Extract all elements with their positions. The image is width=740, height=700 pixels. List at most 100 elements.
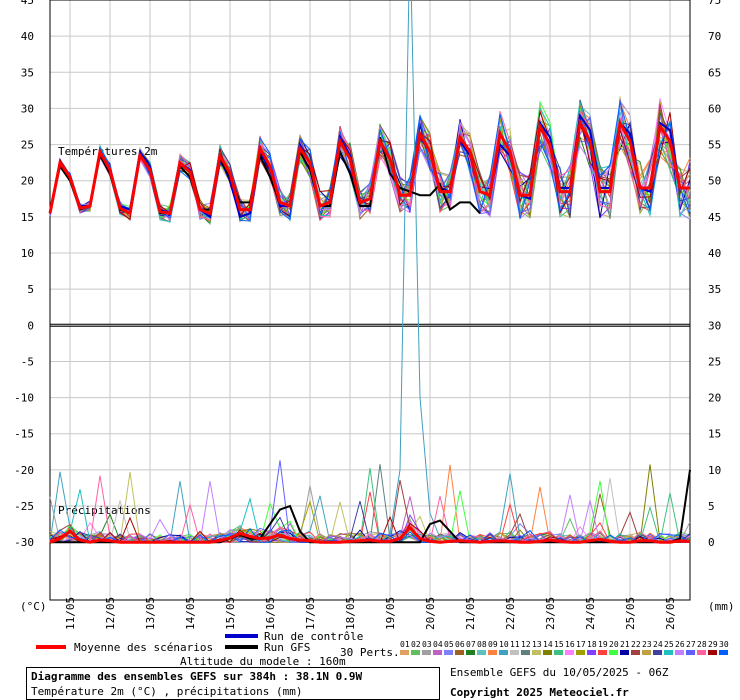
perturbation-swatch bbox=[444, 650, 453, 655]
perturbation-swatch bbox=[587, 650, 596, 655]
perturbation-code: 20 bbox=[609, 640, 619, 649]
chart-title: Diagramme des ensembles GEFS sur 384h : … bbox=[31, 670, 363, 683]
perturbation-code: 09 bbox=[488, 640, 498, 649]
right-tick-label: 50 bbox=[708, 175, 721, 188]
perturbation-swatch bbox=[653, 650, 662, 655]
left-tick-label: 10 bbox=[21, 247, 34, 260]
perturbation-swatch bbox=[565, 650, 574, 655]
left-tick-label: 45 bbox=[21, 0, 34, 7]
perturbation-code: 18 bbox=[587, 640, 597, 649]
perturbation-swatch bbox=[466, 650, 475, 655]
perturbation-code: 13 bbox=[532, 640, 542, 649]
right-unit-label: (mm) bbox=[708, 600, 735, 613]
date-tick-label: 11/05 bbox=[64, 597, 77, 630]
perturbation-code: 06 bbox=[455, 640, 465, 649]
perturbation-swatch bbox=[609, 650, 618, 655]
perturbation-swatch bbox=[620, 650, 629, 655]
date-tick-label: 13/05 bbox=[144, 597, 157, 630]
perturbation-swatch bbox=[697, 650, 706, 655]
perturbation-code: 01 bbox=[400, 640, 410, 649]
perturbation-code: 02 bbox=[411, 640, 421, 649]
perturbation-code: 26 bbox=[675, 640, 685, 649]
perturbation-code: 28 bbox=[697, 640, 707, 649]
perturbation-code: 11 bbox=[510, 640, 520, 649]
perturbation-swatch bbox=[554, 650, 563, 655]
date-tick-label: 16/05 bbox=[264, 597, 277, 630]
date-tick-label: 24/05 bbox=[584, 597, 597, 630]
right-tick-label: 10 bbox=[708, 464, 721, 477]
date-tick-label: 19/05 bbox=[384, 597, 397, 630]
perturbation-code: 22 bbox=[631, 640, 641, 649]
left-tick-label: 0 bbox=[27, 319, 34, 332]
date-tick-label: 12/05 bbox=[104, 597, 117, 630]
perturbation-code: 07 bbox=[466, 640, 476, 649]
left-tick-label: 35 bbox=[21, 66, 34, 79]
perturbation-code: 23 bbox=[642, 640, 652, 649]
right-tick-label: 30 bbox=[708, 319, 721, 332]
date-tick-label: 22/05 bbox=[504, 597, 517, 630]
perturbation-code: 24 bbox=[653, 640, 663, 649]
left-tick-label: 30 bbox=[21, 102, 34, 115]
right-tick-label: 45 bbox=[708, 211, 721, 224]
perturbation-code: 03 bbox=[422, 640, 432, 649]
left-tick-label: -15 bbox=[14, 428, 34, 441]
perturbation-swatch bbox=[642, 650, 651, 655]
date-tick-label: 26/05 bbox=[664, 597, 677, 630]
left-unit-label: (°C) bbox=[20, 600, 47, 613]
perturbation-swatch bbox=[664, 650, 673, 655]
precip-member-line bbox=[49, 0, 691, 543]
precip-panel-label: Précipitations bbox=[58, 504, 151, 517]
perturbation-code: 30 bbox=[719, 640, 729, 649]
right-tick-label: 40 bbox=[708, 247, 721, 260]
right-tick-label: 20 bbox=[708, 392, 721, 405]
left-tick-label: 5 bbox=[27, 283, 34, 296]
left-tick-label: -25 bbox=[14, 500, 34, 513]
legend-label: Moyenne des scénarios bbox=[74, 641, 213, 654]
date-tick-label: 18/05 bbox=[344, 597, 357, 630]
left-tick-label: 20 bbox=[21, 175, 34, 188]
chart-subtitle: Température 2m (°C) , précipitations (mm… bbox=[31, 685, 303, 698]
date-tick-label: 25/05 bbox=[624, 597, 637, 630]
left-tick-label: 40 bbox=[21, 30, 34, 43]
perturbation-code: 05 bbox=[444, 640, 454, 649]
perturbation-code: 15 bbox=[554, 640, 564, 649]
perturbation-swatch bbox=[543, 650, 552, 655]
right-tick-label: 15 bbox=[708, 428, 721, 441]
right-tick-label: 0 bbox=[708, 536, 715, 549]
perturbation-swatch bbox=[719, 650, 728, 655]
date-tick-label: 17/05 bbox=[304, 597, 317, 630]
perturbation-code: 21 bbox=[620, 640, 630, 649]
perturbation-swatch bbox=[675, 650, 684, 655]
left-tick-label: 15 bbox=[21, 211, 34, 224]
ensemble-info: Ensemble GEFS du 10/05/2025 - 06Z bbox=[450, 666, 669, 679]
legend-label: Run GFS bbox=[264, 641, 310, 654]
perturbation-code: 14 bbox=[543, 640, 553, 649]
left-tick-label: 25 bbox=[21, 139, 34, 152]
date-tick-label: 21/05 bbox=[464, 597, 477, 630]
perturbation-swatch bbox=[433, 650, 442, 655]
left-tick-label: -5 bbox=[21, 355, 34, 368]
left-tick-label: -30 bbox=[14, 536, 34, 549]
perturbation-code: 04 bbox=[433, 640, 443, 649]
perturbation-swatch bbox=[532, 650, 541, 655]
right-tick-label: 35 bbox=[708, 283, 721, 296]
perturbation-code: 25 bbox=[664, 640, 674, 649]
perturbation-code: 12 bbox=[521, 640, 531, 649]
perturbation-swatch bbox=[686, 650, 695, 655]
perturbation-swatch bbox=[708, 650, 717, 655]
perturbation-swatch bbox=[499, 650, 508, 655]
perturbation-code: 19 bbox=[598, 640, 608, 649]
date-tick-label: 23/05 bbox=[544, 597, 557, 630]
perturbation-swatch bbox=[422, 650, 431, 655]
left-tick-label: -20 bbox=[14, 464, 34, 477]
perturbation-swatch bbox=[411, 650, 420, 655]
date-tick-label: 15/05 bbox=[224, 597, 237, 630]
perturbation-swatch bbox=[400, 650, 409, 655]
perturbation-code: 16 bbox=[565, 640, 575, 649]
perturbation-swatch bbox=[488, 650, 497, 655]
perturbation-swatch bbox=[455, 650, 464, 655]
perturbation-code: 10 bbox=[499, 640, 509, 649]
perturbation-swatch bbox=[576, 650, 585, 655]
right-tick-label: 55 bbox=[708, 139, 721, 152]
date-tick-label: 14/05 bbox=[184, 597, 197, 630]
